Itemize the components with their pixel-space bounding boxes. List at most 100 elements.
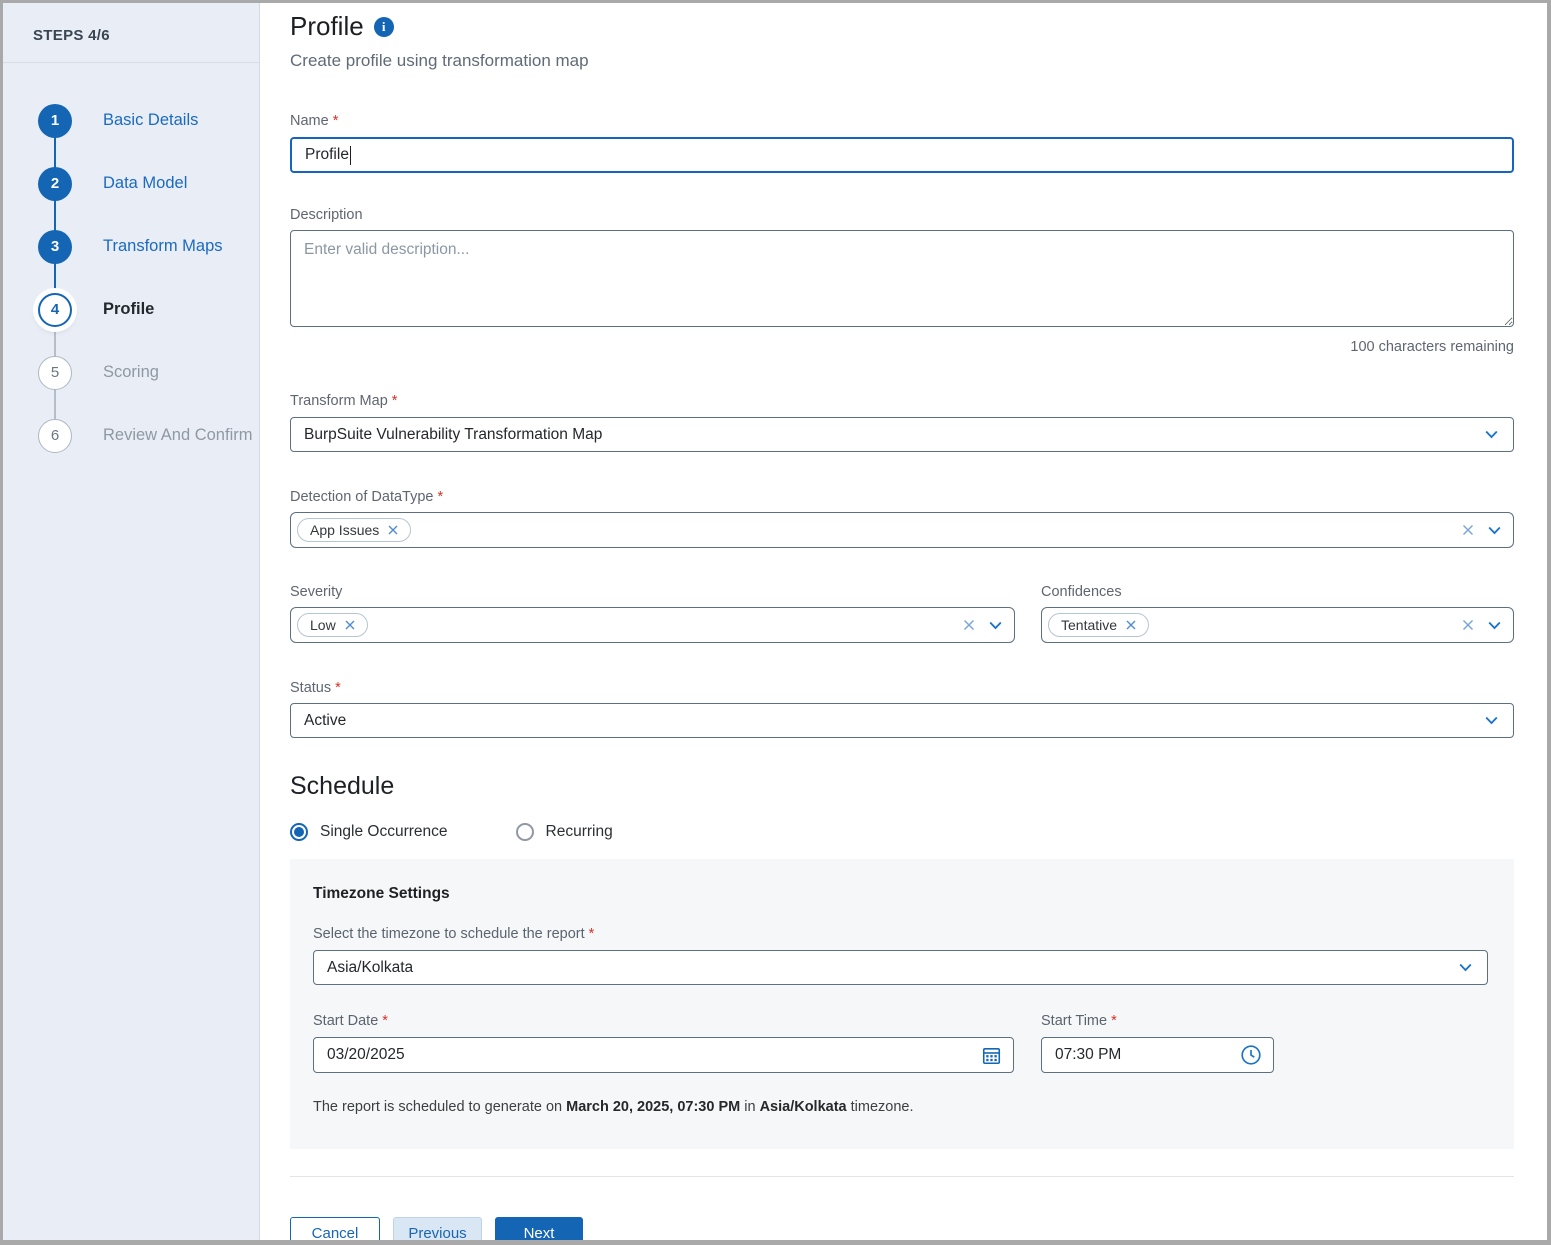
previous-button[interactable]: Previous (393, 1217, 482, 1240)
description-input[interactable] (290, 230, 1514, 327)
sidebar-step-basic-details[interactable]: 1 Basic Details (3, 89, 259, 152)
required-marker: * (333, 113, 339, 129)
step-label: Data Model (103, 174, 187, 193)
step-label: Basic Details (103, 111, 198, 130)
steps-sidebar: STEPS 4/6 1 Basic Details 2 Data Model 3… (3, 3, 260, 1240)
step-6-circle: 6 (38, 419, 72, 453)
step-label: Transform Maps (103, 237, 223, 256)
step-4-circle: 4 (38, 293, 72, 327)
chip-label: Tentative (1061, 617, 1117, 633)
calendar-icon[interactable] (981, 1045, 1002, 1066)
transform-map-value: BurpSuite Vulnerability Transformation M… (304, 426, 1483, 444)
page-subtitle: Create profile using transformation map (290, 51, 1514, 71)
step-label: Review And Confirm (103, 426, 252, 445)
timezone-value: Asia/Kolkata (327, 959, 1457, 977)
timezone-label: Select the timezone to schedule the repo… (313, 926, 1488, 942)
sidebar-step-transform-maps[interactable]: 3 Transform Maps (3, 215, 259, 278)
transform-map-label: Transform Map* (290, 393, 1514, 409)
chevron-down-icon (1483, 426, 1500, 443)
name-label: Name* (290, 113, 1514, 129)
chip-label: App Issues (310, 522, 379, 538)
timezone-settings-title: Timezone Settings (313, 885, 1488, 903)
start-date-value: 03/20/2025 (327, 1046, 981, 1064)
start-time-input[interactable]: 07:30 PM (1041, 1037, 1274, 1073)
clock-icon[interactable] (1240, 1044, 1262, 1066)
sidebar-step-profile[interactable]: 4 Profile (3, 278, 259, 341)
clear-icon[interactable] (961, 617, 977, 633)
footer-divider (290, 1176, 1514, 1177)
step-number: 5 (51, 364, 59, 381)
wizard-window: STEPS 4/6 1 Basic Details 2 Data Model 3… (0, 0, 1551, 1245)
sidebar-step-data-model[interactable]: 2 Data Model (3, 152, 259, 215)
confidences-select[interactable]: Tentative (1041, 607, 1514, 643)
start-time-value: 07:30 PM (1055, 1046, 1240, 1064)
required-marker: * (589, 926, 595, 942)
radio-label: Recurring (546, 823, 613, 841)
step-label: Scoring (103, 363, 159, 382)
radio-button (516, 823, 534, 841)
required-marker: * (335, 680, 341, 696)
detection-datatype-select[interactable]: App Issues (290, 512, 1514, 548)
clear-icon[interactable] (1460, 617, 1476, 633)
start-date-input[interactable]: 03/20/2025 (313, 1037, 1014, 1073)
page-title: Profile (290, 11, 364, 42)
next-button[interactable]: Next (495, 1217, 583, 1240)
name-value: Profile (305, 146, 349, 164)
status-select[interactable]: Active (290, 703, 1514, 738)
status-value: Active (304, 712, 1483, 730)
x-icon[interactable] (343, 618, 357, 632)
schedule-heading: Schedule (290, 772, 1514, 801)
step-1-circle: 1 (38, 104, 72, 138)
radio-single-occurrence[interactable]: Single Occurrence (290, 823, 448, 841)
clear-icon[interactable] (1460, 522, 1476, 538)
characters-remaining: 100 characters remaining (290, 339, 1514, 355)
step-label: Profile (103, 300, 154, 319)
sidebar-step-review-and-confirm[interactable]: 6 Review And Confirm (3, 404, 259, 467)
severity-select[interactable]: Low (290, 607, 1015, 643)
profile-form: Profile i Create profile using transform… (260, 3, 1547, 1240)
chip-label: Low (310, 617, 336, 633)
chevron-down-icon[interactable] (987, 617, 1004, 634)
steps-counter: STEPS 4/6 (3, 27, 259, 63)
description-label: Description (290, 207, 1514, 223)
required-marker: * (382, 1013, 388, 1029)
chip-low[interactable]: Low (297, 613, 368, 637)
confidences-label: Confidences (1041, 584, 1514, 600)
start-date-label: Start Date* (313, 1013, 1014, 1029)
x-icon[interactable] (386, 523, 400, 537)
step-5-circle: 5 (38, 356, 72, 390)
start-time-label: Start Time* (1041, 1013, 1274, 1029)
step-number: 3 (51, 238, 59, 255)
x-icon[interactable] (1124, 618, 1138, 632)
text-caret (350, 146, 351, 165)
severity-label: Severity (290, 584, 1015, 600)
radio-recurring[interactable]: Recurring (516, 823, 613, 841)
name-input[interactable]: Profile (290, 137, 1514, 173)
chip-tentative[interactable]: Tentative (1048, 613, 1149, 637)
chevron-down-icon (1457, 959, 1474, 976)
required-marker: * (1111, 1013, 1117, 1029)
chevron-down-icon[interactable] (1486, 617, 1503, 634)
chevron-down-icon (1483, 712, 1500, 729)
transform-map-select[interactable]: BurpSuite Vulnerability Transformation M… (290, 417, 1514, 452)
steps-list: 1 Basic Details 2 Data Model 3 Transform… (3, 89, 259, 467)
step-number: 4 (51, 301, 59, 318)
sidebar-step-scoring[interactable]: 5 Scoring (3, 341, 259, 404)
timezone-select[interactable]: Asia/Kolkata (313, 950, 1488, 985)
cancel-button[interactable]: Cancel (290, 1217, 380, 1240)
required-marker: * (392, 393, 398, 409)
status-label: Status* (290, 680, 1514, 696)
chevron-down-icon[interactable] (1486, 522, 1503, 539)
step-number: 6 (51, 427, 59, 444)
required-marker: * (437, 489, 443, 505)
step-3-circle: 3 (38, 230, 72, 264)
radio-button (290, 823, 308, 841)
step-number: 1 (51, 112, 59, 129)
detection-datatype-label: Detection of DataType* (290, 489, 1514, 505)
footer-actions: Cancel Previous Next (290, 1217, 1514, 1240)
info-icon[interactable]: i (374, 17, 394, 37)
radio-label: Single Occurrence (320, 823, 448, 841)
step-number: 2 (51, 175, 59, 192)
chip-app-issues[interactable]: App Issues (297, 518, 411, 542)
schedule-note: The report is scheduled to generate on M… (313, 1099, 1488, 1115)
